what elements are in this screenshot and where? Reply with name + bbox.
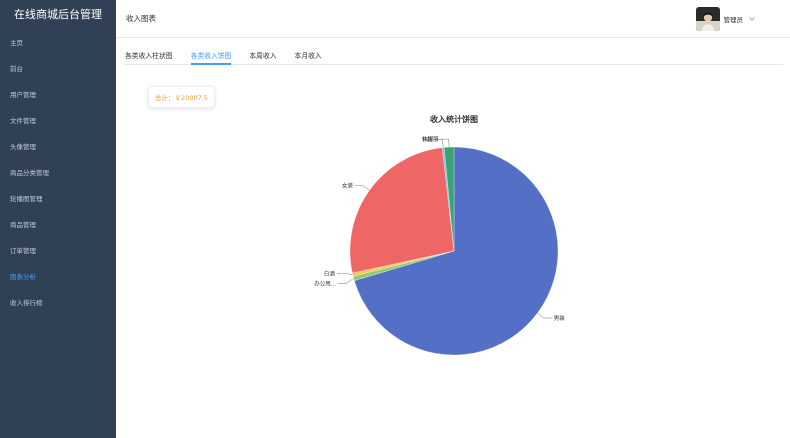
tab-income-bar-chart[interactable]: 各类收入柱状图 xyxy=(125,38,173,64)
sidebar-item-categories[interactable]: 商品分类管理 xyxy=(0,160,116,186)
tab-weekly-income[interactable]: 本周收入 xyxy=(249,38,276,64)
pie-leader-line xyxy=(338,278,354,284)
sidebar-item-orders[interactable]: 订单管理 xyxy=(0,238,116,264)
chart-title: 收入统计饼图 xyxy=(430,114,478,124)
pie-slice[interactable] xyxy=(349,147,455,274)
total-income-text: 总计：￥20007.5 xyxy=(155,94,208,102)
pie-leader-line xyxy=(355,185,370,191)
sidebar-item-carousel[interactable]: 轮播图管理 xyxy=(0,186,116,212)
chart-tabs: 各类收入柱状图 各类收入饼图 本周收入 本月收入 xyxy=(125,38,783,65)
pie-slice-label: 白酒 xyxy=(324,270,336,278)
sidebar-item-home[interactable]: 主页 xyxy=(0,30,116,56)
total-income-card: 总计：￥20007.5 xyxy=(148,86,215,108)
page-title: 收入图表 xyxy=(126,14,156,23)
sidebar-item-frontend[interactable]: 前台 xyxy=(0,56,116,82)
pie-slice-label: 休闲服 xyxy=(422,135,439,143)
pie-slice-label: 女装 xyxy=(342,182,354,190)
sidebar-item-files[interactable]: 文件管理 xyxy=(0,108,116,134)
income-pie-chart: 收入统计饼图 男装办公用...白酒女装书籍休闲服 xyxy=(314,114,566,356)
user-menu[interactable]: 管理员 xyxy=(695,7,757,31)
sidebar-item-avatars[interactable]: 头像管理 xyxy=(0,134,116,160)
sidebar-item-users[interactable]: 用户管理 xyxy=(0,82,116,108)
sidebar: 在线商城后台管理 主页 前台 用户管理 文件管理 头像管理 商品分类管理 轮播图… xyxy=(0,0,116,438)
sidebar-item-charts[interactable]: 图表分析 xyxy=(0,264,116,290)
sidebar-item-products[interactable]: 商品管理 xyxy=(0,212,116,238)
sidebar-item-income-ranking[interactable]: 收入排行榜 xyxy=(0,290,116,316)
avatar[interactable] xyxy=(695,7,720,31)
tab-monthly-income[interactable]: 本月收入 xyxy=(295,38,322,64)
pie-leader-line xyxy=(537,312,552,319)
pie-slice-label: 办公用... xyxy=(314,280,336,288)
top-header: 收入图表 管理员 xyxy=(116,0,790,38)
pie-leader-line xyxy=(440,138,450,148)
tab-income-pie-chart[interactable]: 各类收入饼图 xyxy=(190,38,231,65)
pie-slice-label: 男装 xyxy=(554,314,566,322)
chevron-down-icon[interactable] xyxy=(748,15,756,23)
app-title: 在线商城后台管理 xyxy=(14,8,102,21)
pie-leader-line xyxy=(336,273,353,275)
sidebar-menu: 主页 前台 用户管理 文件管理 头像管理 商品分类管理 轮播图管理 商品管理 订… xyxy=(0,30,116,316)
user-name[interactable]: 管理员 xyxy=(724,14,744,24)
